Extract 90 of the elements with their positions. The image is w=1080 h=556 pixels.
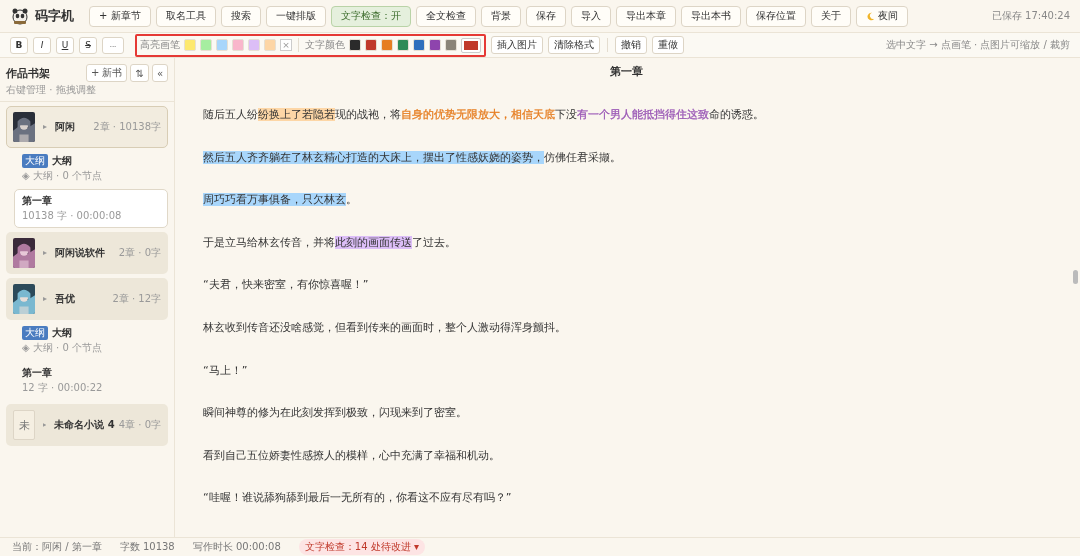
book-card[interactable]: 未 未命名小说 4 4章 · 0字 <box>6 404 168 446</box>
toolbar-button[interactable]: 取名工具 <box>155 5 216 27</box>
book-title: 未命名小说 4 <box>54 418 115 432</box>
format-button[interactable]: S <box>79 36 97 54</box>
toolbar-button[interactable]: 关于 <box>810 5 851 27</box>
toolbar-button[interactable]: 导入 <box>570 5 611 27</box>
shelf-title: 作品书架 <box>6 65 51 81</box>
history-button[interactable]: 撤销 <box>615 36 647 54</box>
chapter-heading: 第一章 <box>609 64 644 79</box>
caret-icon <box>43 297 47 301</box>
sort-button[interactable]: ⇅ <box>130 64 149 82</box>
chapter-item[interactable]: 第一章 10138 字 · 00:00:08 <box>14 189 168 228</box>
moon-icon <box>865 11 875 21</box>
scrollbar-thumb[interactable] <box>1073 270 1078 284</box>
highlight-label: 高亮画笔 <box>140 38 180 52</box>
chapter-meta: 12 字 · 00:00:22 <box>22 381 104 395</box>
text-color-swatch[interactable] <box>365 39 377 51</box>
chapter-title: 第一章 <box>22 366 53 380</box>
toolbar-button[interactable]: 全文检查 <box>415 5 476 27</box>
toolbar-button[interactable]: 夜间 <box>855 5 908 27</box>
paragraph: 看到自己五位娇妻性感撩人的模样，心中充满了幸福和机动。 <box>203 447 501 464</box>
book-card[interactable]: 阿闲 2章 · 10138字 <box>6 106 168 148</box>
highlight-swatch[interactable] <box>200 39 212 51</box>
highlight-swatch[interactable] <box>248 39 260 51</box>
word-count: 字数 10138 <box>119 540 175 554</box>
outline-tag: 大纲 <box>22 326 48 340</box>
highlight-swatch[interactable] <box>216 39 228 51</box>
toolbar-button[interactable]: 文字检查：开 <box>330 5 411 27</box>
current-location: 当前：阿闲 / 第一章 <box>12 540 102 554</box>
text-color-swatch[interactable] <box>397 39 409 51</box>
paragraph: “哇喔！谁说舔狗舔到最后一无所有的，你看这不应有尽有吗？” <box>203 490 513 507</box>
format-button[interactable]: I <box>33 36 51 54</box>
toolbar-button[interactable]: 导出本书 <box>680 5 741 27</box>
format-button[interactable]: B <box>10 36 28 54</box>
save-status: 已保存 17:40:24 <box>991 9 1070 23</box>
toolbar-button[interactable]: + 新章节 <box>89 5 151 27</box>
highlight-swatch[interactable] <box>184 39 196 51</box>
book-meta: 4章 · 0字 <box>118 418 161 432</box>
highlight-swatch[interactable] <box>232 39 244 51</box>
chapter-title: 第一章 <box>22 194 53 208</box>
text-check-badge[interactable]: 文字检查：14 处待改进 ▾ <box>298 539 425 555</box>
toolbar-button[interactable]: 保存位置 <box>745 5 806 27</box>
paragraph: 随后五人纷纷换上了若隐若现的战袍，将自身的优势无限放大，相信天底下没有一个男人能抵挡得住这致命的诱惑。 <box>203 107 765 123</box>
panda-logo-icon <box>10 6 30 26</box>
text-color-swatch[interactable] <box>381 39 393 51</box>
paragraph: 林玄收到传音还没啥感觉，但看到传来的画面时，整个人激动得浑身颤抖。 <box>203 319 567 336</box>
text-color-swatch[interactable] <box>413 39 425 51</box>
book-title: 阿闲 <box>55 120 76 134</box>
caret-icon <box>43 251 47 255</box>
format-action-button[interactable]: 清除格式 <box>548 36 600 54</box>
text-color-swatch[interactable] <box>349 39 361 51</box>
book-title: 吾优 <box>55 292 76 306</box>
outline-meta: ◈ 大纲 · 0 个节点 <box>22 169 103 183</box>
outline-meta: ◈ 大纲 · 0 个节点 <box>22 341 103 355</box>
toolbar-button[interactable]: 搜索 <box>220 5 261 27</box>
highlight-swatch[interactable] <box>264 39 276 51</box>
collapse-button[interactable]: « <box>151 64 168 82</box>
book-card[interactable]: 阿闲说软件 2章 · 0字 <box>6 232 168 274</box>
chapter-item[interactable]: 第一章 12 字 · 00:00:22 <box>14 361 168 400</box>
format-hint: 选中文字 → 点画笔 · 点图片可缩放 / 裁剪 <box>886 38 1070 52</box>
toolbar-button[interactable]: 导出本章 <box>615 5 676 27</box>
chapter-meta: 10138 字 · 00:00:08 <box>22 209 123 223</box>
caret-icon <box>43 423 47 427</box>
writing-duration: 写作时长 00:00:08 <box>192 540 281 554</box>
paragraph: 于是立马给林玄传音，并将此刻的画面传送了过去。 <box>203 234 457 251</box>
new-book-button[interactable]: + 新书 <box>85 64 128 82</box>
paragraph: 瞬间神尊的修为在此刻发挥到极致，闪现来到了密室。 <box>203 405 468 422</box>
outline-title[interactable]: 大纲 <box>52 154 72 168</box>
text-color-label: 文字颜色 <box>305 38 345 52</box>
text-color-swatch[interactable] <box>429 39 441 51</box>
history-button[interactable]: 重做 <box>652 36 684 54</box>
text-color-swatch[interactable] <box>445 39 457 51</box>
format-button[interactable]: U <box>56 36 74 54</box>
book-meta: 2章 · 0字 <box>118 246 161 260</box>
paragraph: “夫君，快来密室，有你惊喜喔！” <box>203 277 370 294</box>
book-card[interactable]: 吾优 2章 · 12字 <box>6 278 168 320</box>
shelf-subtitle: 右键管理 · 拖拽调整 <box>6 83 97 97</box>
paragraph: “马上！” <box>203 362 249 379</box>
book-meta: 2章 · 10138字 <box>93 120 161 134</box>
cover-placeholder: 未 <box>13 410 35 440</box>
toolbar-button[interactable]: 一键排版 <box>265 5 326 27</box>
format-action-button[interactable]: 插入图片 <box>491 36 543 54</box>
outline-title[interactable]: 大纲 <box>52 326 72 340</box>
app-name: 码字机 <box>35 7 74 25</box>
book-title: 阿闲说软件 <box>55 246 106 260</box>
caret-icon <box>43 125 47 129</box>
book-meta: 2章 · 12字 <box>112 292 161 306</box>
toolbar-button[interactable]: 背景 <box>480 5 521 27</box>
outline-tag: 大纲 <box>22 154 48 168</box>
toolbar-button[interactable]: 保存 <box>525 5 566 27</box>
